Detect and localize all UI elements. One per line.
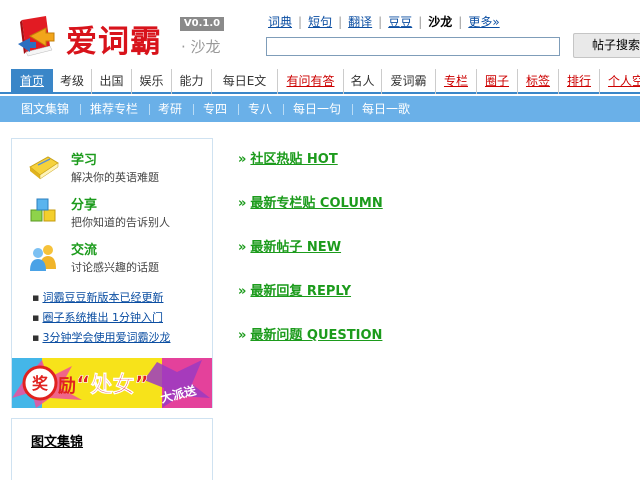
header: 爱词霸 V0.1.0 · 沙龙 词典 | 短句 | 翻译 | 豆豆 | 沙龙 | 更多» 帖子搜索	[0, 0, 640, 68]
news-item[interactable]: ▪ 词霸豆豆新版本已经更新	[32, 289, 217, 305]
nav-columns-label: 专栏	[443, 74, 468, 88]
feature-communicate[interactable]: 交流 讨论感兴趣的话题	[28, 239, 208, 279]
nav-abroad[interactable]: 出国	[92, 69, 132, 94]
double-arrow-icon: »	[238, 196, 247, 211]
nav-iciba[interactable]: 爱词霸	[382, 69, 436, 94]
section-reply[interactable]: » 最新回复 REPLY	[238, 280, 618, 299]
nav-entertainment[interactable]: 娱乐	[132, 69, 172, 94]
subnav-tem4[interactable]: 专四	[203, 96, 227, 122]
news-link[interactable]: 3分钟学会使用爱词霸沙龙	[42, 331, 170, 344]
nav-personal-space-label: 个人空	[608, 74, 640, 88]
salon-label: · 沙龙	[181, 38, 221, 56]
bullet: ▪	[32, 331, 40, 344]
double-arrow-icon: »	[238, 284, 247, 299]
subnav-gallery[interactable]: 图文集锦	[21, 96, 69, 122]
separator	[283, 104, 284, 115]
nav-qa[interactable]: 有问有答	[278, 69, 344, 94]
section-new-link[interactable]: 最新帖子 NEW	[250, 240, 341, 255]
news-link[interactable]: 词霸豆豆新版本已经更新	[42, 291, 163, 304]
nav-exams[interactable]: 考级	[53, 69, 92, 94]
subnav-daily-sentence[interactable]: 每日一句	[293, 96, 341, 122]
search-input[interactable]	[266, 37, 560, 56]
news-item[interactable]: ▪ 圈子系统推出 1分钟入门	[32, 309, 217, 325]
gallery-box-title[interactable]: 图文集锦	[31, 431, 83, 450]
section-column[interactable]: » 最新专栏贴 COLUMN	[238, 192, 618, 211]
logo-book-icon	[18, 16, 55, 57]
topnav-salon[interactable]: 沙龙	[422, 14, 458, 30]
section-hot[interactable]: » 社区热贴 HOT	[238, 148, 618, 167]
nav-celebrities[interactable]: 名人	[344, 69, 382, 94]
logo-text[interactable]: 爱词霸	[66, 16, 162, 61]
main-navigation: 首页 考级 出国 娱乐 能力 每日E文 有问有答 名人 爱词霸 专栏 圈子 标签…	[0, 69, 640, 94]
gallery-box: 图文集锦	[11, 418, 213, 480]
bullet: ▪	[32, 311, 40, 324]
book-icon	[29, 156, 59, 180]
topnav-more[interactable]: 更多»	[462, 14, 505, 30]
people-icon	[30, 245, 56, 271]
nav-circles-label: 圈子	[484, 74, 509, 88]
banner-text: “处女”	[76, 372, 149, 398]
nav-circles[interactable]: 圈子	[477, 69, 518, 94]
nav-home-label: 首页	[19, 74, 44, 88]
feature-communicate-desc: 讨论感兴趣的话题	[71, 261, 159, 274]
section-new[interactable]: » 最新帖子 NEW	[238, 236, 618, 255]
nav-daily-english[interactable]: 每日E文	[212, 69, 278, 94]
nav-home[interactable]: 首页	[11, 69, 53, 94]
cubes-icon	[30, 198, 56, 222]
feature-learn[interactable]: 学习 解决你的英语难题	[28, 149, 208, 189]
sub-navigation: 图文集锦 推荐专栏 考研 专四 专八 每日一句 每日一歌	[0, 96, 640, 122]
separator	[149, 104, 150, 115]
subnav-daily-song[interactable]: 每日一歌	[362, 96, 410, 122]
post-search-button[interactable]: 帖子搜索	[573, 33, 640, 58]
subnav-recommended-columns[interactable]: 推荐专栏	[90, 96, 138, 122]
news-link[interactable]: 圈子系统推出 1分钟入门	[42, 311, 163, 324]
feature-learn-title: 学习	[71, 153, 98, 168]
section-column-link[interactable]: 最新专栏贴 COLUMN	[250, 196, 382, 211]
feature-learn-desc: 解决你的英语难题	[71, 171, 159, 184]
section-question[interactable]: » 最新问题 QUESTION	[238, 324, 618, 343]
separator	[352, 104, 353, 115]
nav-qa-label: 有问有答	[286, 74, 335, 88]
sidebar: 学习 解决你的英语难题 分享 把你知道的告诉别人 交流 讨论感兴趣的话题 ▪ 词霸…	[11, 138, 213, 408]
feature-communicate-title: 交流	[71, 243, 98, 258]
nav-columns[interactable]: 专栏	[436, 69, 477, 94]
section-reply-link[interactable]: 最新回复 REPLY	[250, 284, 351, 299]
section-hot-link[interactable]: 社区热贴 HOT	[250, 152, 337, 167]
nav-tags[interactable]: 标签	[518, 69, 559, 94]
version-badge: V0.1.0	[180, 17, 224, 31]
promo-banner-graphic: 奖 励 “处女” 大派送	[12, 358, 212, 408]
bullet: ▪	[32, 291, 40, 304]
double-arrow-icon: »	[238, 152, 247, 167]
nav-rankings[interactable]: 排行	[559, 69, 600, 94]
double-arrow-icon: »	[238, 328, 247, 343]
topnav-translate[interactable]: 翻译	[342, 14, 378, 30]
topnav-dictionary[interactable]: 词典	[262, 14, 298, 30]
subnav-tem8[interactable]: 专八	[248, 96, 272, 122]
banner-text: 励	[58, 376, 76, 397]
double-arrow-icon: »	[238, 240, 247, 255]
section-question-link[interactable]: 最新问题 QUESTION	[250, 328, 382, 343]
nav-tags-label: 标签	[525, 74, 550, 88]
topnav-phrases[interactable]: 短句	[302, 14, 338, 30]
separator	[193, 104, 194, 115]
feature-share-title: 分享	[71, 198, 98, 213]
topnav-doudou[interactable]: 豆豆	[382, 14, 418, 30]
banner-text: 奖	[32, 374, 49, 393]
promo-banner[interactable]: 奖 励 “处女” 大派送	[12, 358, 212, 408]
nav-skills[interactable]: 能力	[172, 69, 212, 94]
news-item[interactable]: ▪ 3分钟学会使用爱词霸沙龙	[32, 329, 217, 345]
top-navigation: 词典 | 短句 | 翻译 | 豆豆 | 沙龙 | 更多»	[262, 14, 506, 32]
feature-share[interactable]: 分享 把你知道的告诉别人	[28, 194, 208, 234]
subnav-postgrad[interactable]: 考研	[158, 96, 182, 122]
nav-rankings-label: 排行	[566, 74, 591, 88]
feature-share-desc: 把你知道的告诉别人	[71, 216, 170, 229]
separator	[80, 104, 81, 115]
nav-personal-space[interactable]: 个人空	[600, 69, 640, 94]
separator	[238, 104, 239, 115]
